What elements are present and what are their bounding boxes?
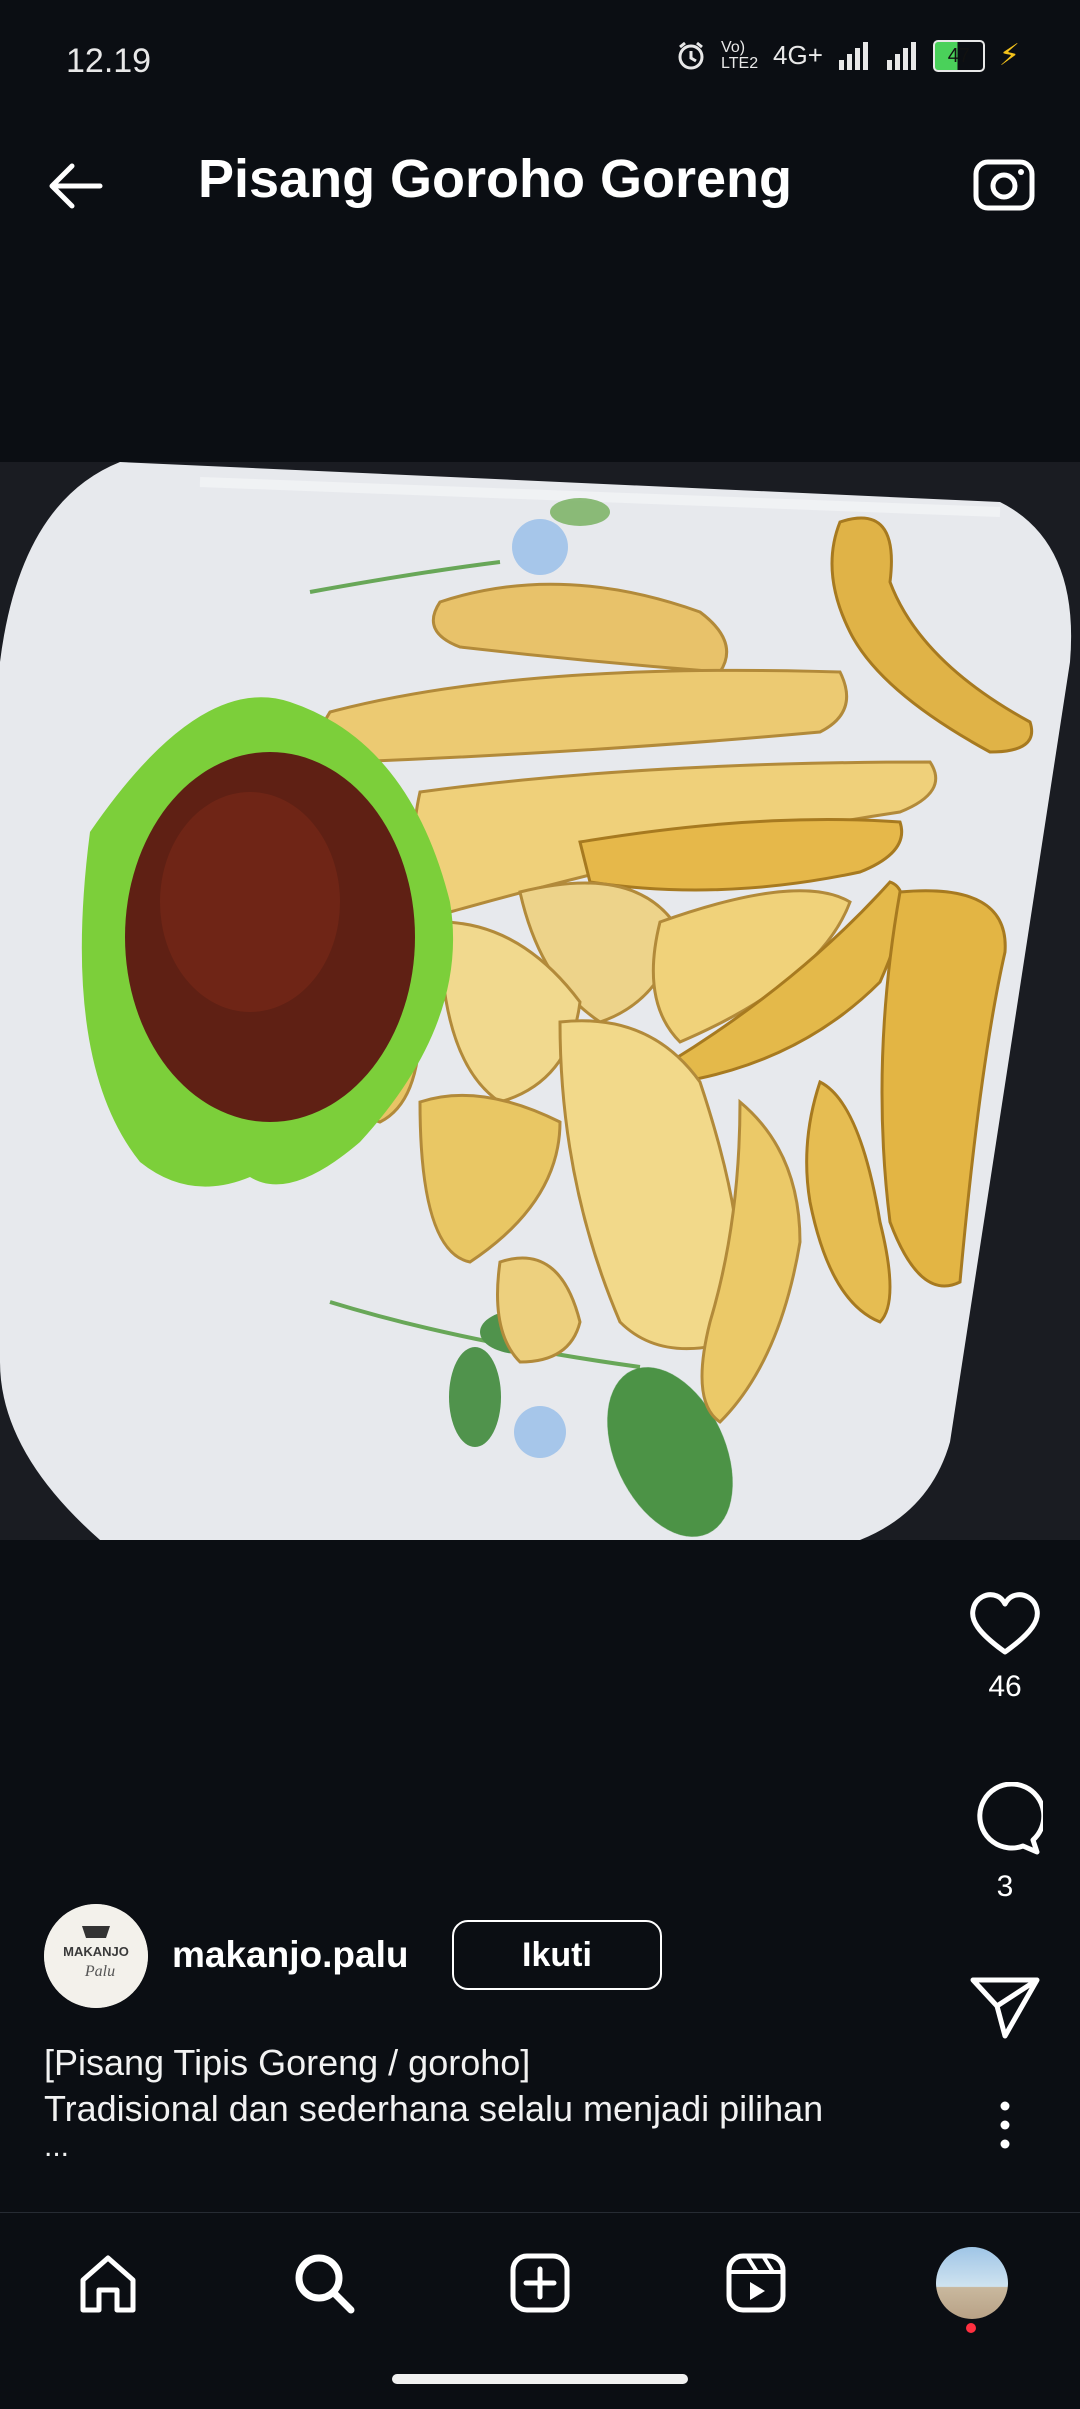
search-icon <box>295 2254 355 2314</box>
avatar-brand-text: MAKANJO <box>63 1944 129 1959</box>
reels-icon <box>726 2253 786 2313</box>
camera-button[interactable] <box>968 148 1040 220</box>
home-icon <box>80 2255 136 2313</box>
nav-search[interactable] <box>284 2243 364 2323</box>
header: Pisang Goroho Goreng <box>0 110 1080 260</box>
caption-more[interactable]: ... <box>44 2132 944 2162</box>
share-action <box>930 1972 1080 2042</box>
battery-icon: 47 <box>932 39 985 72</box>
status-icons: Vo) LTE2 4G+ 47 ⚡ <box>675 38 1020 73</box>
nav-create[interactable] <box>500 2243 580 2323</box>
comment-count[interactable]: 3 <box>997 1870 1014 1904</box>
profile-avatar <box>936 2247 1008 2319</box>
charging-icon: ⚡ <box>998 39 1020 72</box>
arrow-left-icon <box>49 163 103 209</box>
more-vertical-icon[interactable] <box>995 2100 1015 2150</box>
caption[interactable]: [Pisang Tipis Goreng / goroho] Tradision… <box>44 2040 944 2162</box>
home-indicator[interactable] <box>392 2374 688 2384</box>
send-icon[interactable] <box>967 1972 1043 2042</box>
follow-button[interactable]: Ikuti <box>452 1920 662 1990</box>
caption-line-1: [Pisang Tipis Goreng / goroho] <box>44 2042 531 2083</box>
more-action <box>930 2100 1080 2150</box>
nav-reels[interactable] <box>716 2243 796 2323</box>
camera-icon <box>973 159 1035 211</box>
comment-icon[interactable] <box>967 1782 1043 1858</box>
notification-dot <box>966 2323 976 2333</box>
status-bar: 12.19 Vo) LTE2 4G+ 47 ⚡ <box>0 0 1080 110</box>
signal-icon <box>838 41 868 70</box>
like-count[interactable]: 46 <box>988 1670 1021 1704</box>
avatar[interactable]: MAKANJO Palu <box>44 1904 148 2008</box>
plus-square-icon <box>510 2253 570 2313</box>
heart-icon[interactable] <box>967 1590 1043 1658</box>
avatar-script-text: Palu <box>84 1963 115 1980</box>
page-title: Pisang Goroho Goreng <box>198 149 793 209</box>
status-time: 12.19 <box>66 42 152 80</box>
network-label: 4G+ <box>773 40 823 70</box>
username[interactable]: makanjo.palu <box>172 1934 408 1976</box>
post-image[interactable] <box>0 462 1080 1540</box>
comment-action: 3 <box>930 1782 1080 1904</box>
nav-profile[interactable] <box>932 2243 1012 2323</box>
alarm-icon <box>678 41 704 69</box>
caption-line-2: Tradisional dan sederhana selalu menjadi… <box>44 2088 824 2129</box>
nav-home[interactable] <box>68 2243 148 2323</box>
signal-icon-2 <box>886 41 916 70</box>
volte-label: Vo) LTE2 <box>721 38 759 72</box>
food-photo <box>0 462 1080 1540</box>
like-action: 46 <box>930 1590 1080 1704</box>
back-button[interactable] <box>40 150 112 222</box>
